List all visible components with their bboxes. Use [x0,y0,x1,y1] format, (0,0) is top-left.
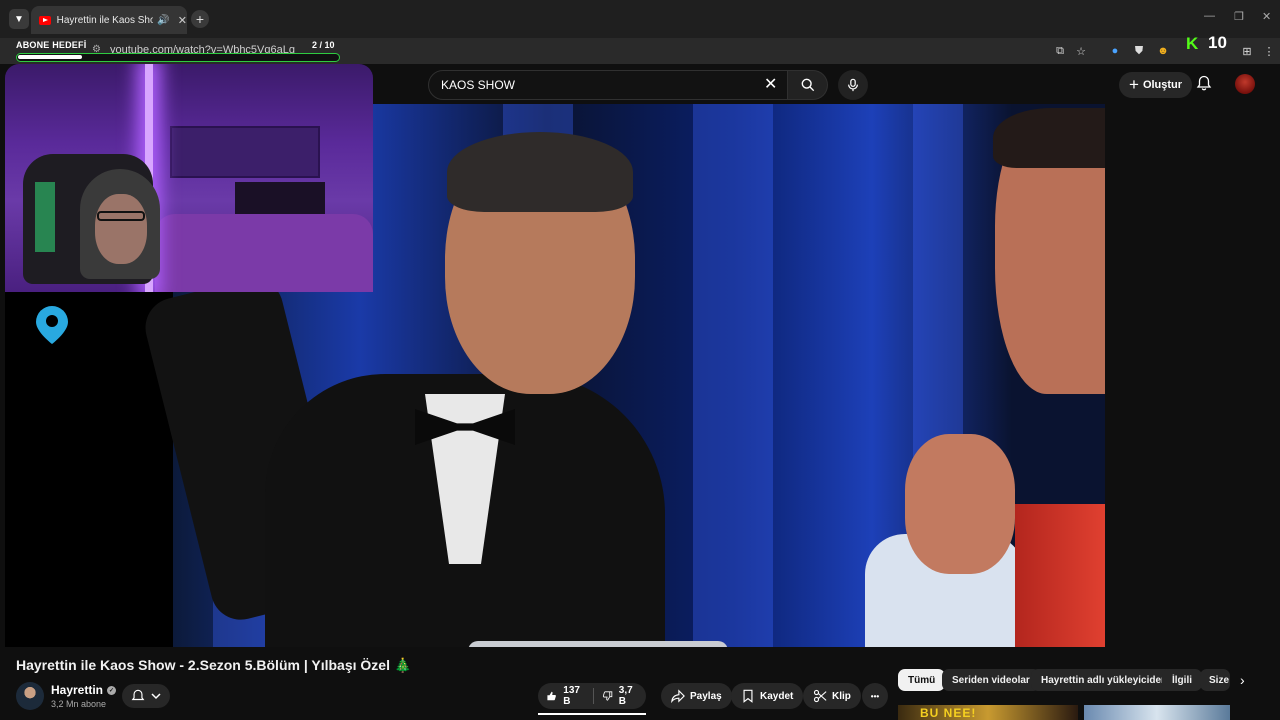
chip-related[interactable]: İlgili [1162,669,1202,691]
subscriber-goal-count: 2 / 10 [312,40,335,50]
notifications-bell-icon[interactable] [1196,75,1212,91]
plus-icon: + [1129,75,1139,94]
subscriber-count: 3,2 Mn abone [51,699,107,709]
more-icon: ••• [870,691,880,701]
bell-icon [131,689,145,701]
chevron-right-icon[interactable]: › [1240,672,1245,688]
search-icon [801,78,814,92]
clip-label: Klip [832,690,851,702]
save-bookmark-icon [743,689,753,703]
chip-all[interactable]: Tümü [898,669,946,691]
extension-blue-icon[interactable]: ● [1108,44,1122,58]
like-count: 137 B [563,685,580,707]
share-button[interactable]: Paylaş [661,683,732,709]
video-title: Hayrettin ile Kaos Show - 2.Sezon 5.Bölü… [16,657,411,674]
chip-series-videos[interactable]: Seriden videolar [942,669,1040,691]
thumbs-down-icon [602,691,612,701]
browser-tab-bar: ▼ Hayrettin ile Kaos Show - 2. 🔊 ✕ + — ❐… [0,0,1280,38]
channel-avatar[interactable] [16,682,44,710]
microphone-icon [848,78,858,92]
dislike-count: 3,7 B [618,685,633,707]
tab-search-dropdown-icon[interactable]: ▼ [9,9,29,29]
share-icon [671,689,685,703]
minimize-icon[interactable]: — [1204,10,1215,22]
save-label: Kaydet [760,690,794,702]
chevron-down-icon [151,693,161,700]
like-ratio-bar [538,713,646,715]
youtube-favicon-icon [39,15,51,25]
christmas-tree-emoji: 🎄 [393,657,412,673]
scissors-icon [813,689,827,703]
chip-for-you[interactable]: Size [1200,669,1230,691]
thumbs-up-icon [547,691,556,701]
location-pin-logo-icon [36,306,68,344]
search-input[interactable]: KAOS SHOW [428,70,788,100]
clear-search-icon[interactable]: ✕ [764,74,777,94]
subscriber-goal-label: ABONE HEDEFİ [16,40,87,50]
speaker-icon[interactable]: 🔊 [157,15,169,26]
close-tab-icon[interactable]: ✕ [178,14,187,27]
cast-icon[interactable]: ⧉ [1053,44,1067,58]
bookmark-star-icon[interactable]: ☆ [1074,44,1088,58]
create-button[interactable]: + Oluştur [1119,72,1193,98]
like-button[interactable]: 137 B [538,683,593,709]
browser-menu-icon[interactable]: ⋮ [1262,44,1276,58]
restore-icon[interactable]: ❐ [1234,10,1244,23]
video-title-text: Hayrettin ile Kaos Show - 2.Sezon 5.Bölü… [16,657,390,673]
subscriber-goal-bar [16,53,340,62]
share-label: Paylaş [690,690,722,702]
channel-name-text: Hayrettin [51,683,104,697]
search-input-value: KAOS SHOW [441,78,516,92]
browser-tab-active[interactable]: Hayrettin ile Kaos Show - 2. 🔊 ✕ [31,6,187,34]
window-close-icon[interactable]: ✕ [1262,10,1271,23]
chip-from-uploader[interactable]: Hayrettin adlı yükleyiciden [1031,669,1178,691]
subscribed-notification-button[interactable] [122,684,170,708]
extension-shield-icon[interactable]: ⛊ [1132,44,1146,58]
account-avatar[interactable] [1235,74,1255,94]
verified-badge-icon: ✓ [107,685,117,695]
recommendation-thumbnail[interactable] [1084,705,1230,720]
subscriber-goal-fill [18,55,82,59]
create-label: Oluştur [1142,79,1183,91]
extension-face-icon[interactable]: ☻ [1156,44,1170,58]
search-button[interactable] [788,70,828,100]
new-tab-button[interactable]: + [191,10,209,28]
thumbnail-text: BU NEE! [920,706,977,720]
channel-name[interactable]: Hayrettin ✓ [51,683,117,697]
recommendation-thumbnail[interactable]: BU NEE! [898,705,1078,720]
more-actions-button[interactable]: ••• [862,683,888,709]
extension-menu-icon[interactable]: ⊞ [1240,44,1254,58]
clip-button[interactable]: Klip [803,683,861,709]
kick-logo-icon: K [1186,34,1199,53]
save-button[interactable]: Kaydet [731,683,804,709]
streamer-webcam [5,64,373,292]
dislike-button[interactable]: 3,7 B [594,683,646,709]
like-dislike-group: 137 B 3,7 B [538,683,646,709]
kick-viewer-count: 10 [1208,33,1227,52]
tab-title: Hayrettin ile Kaos Show - 2. [56,14,154,26]
voice-search-button[interactable] [838,70,868,100]
